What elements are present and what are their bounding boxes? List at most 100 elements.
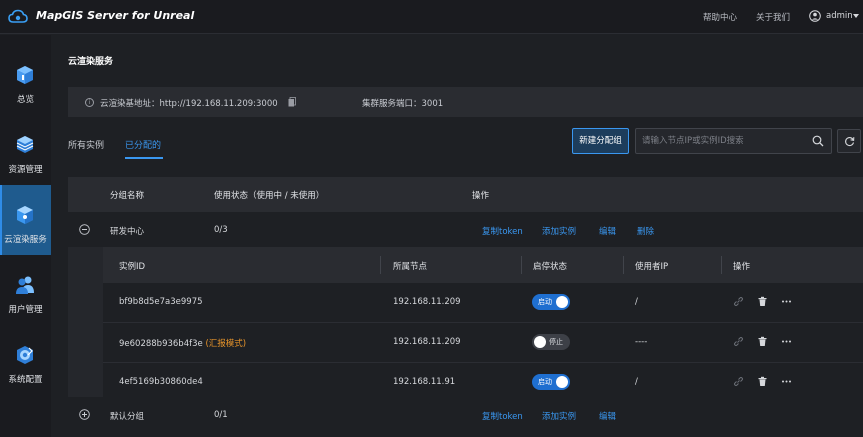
sidebar: 总览 资源管理 云渲染服务 用户管理 系统配置 <box>0 35 51 437</box>
column-divider <box>721 256 722 274</box>
top-bar: MapGIS Server for Unreal 帮助中心 关于我们 admin <box>0 0 863 34</box>
run-status-label: 停止 <box>549 338 563 346</box>
user-ip: / <box>635 377 638 387</box>
chevron-down-icon[interactable] <box>853 14 859 18</box>
settings-icon <box>17 346 33 364</box>
add-instance-link[interactable]: 添加实例 <box>542 410 576 422</box>
instance-node: 192.168.11.91 <box>393 377 456 387</box>
sidebar-item-settings[interactable]: 系统配置 <box>0 325 51 395</box>
search-icon[interactable] <box>812 135 824 147</box>
sidebar-item-label: 用户管理 <box>8 305 43 315</box>
column-header-usage: 使用状态（使用中 / 未使用） <box>214 191 325 201</box>
column-header-group-name: 分组名称 <box>110 191 145 201</box>
refresh-icon <box>845 137 855 147</box>
about-us-link[interactable]: 关于我们 <box>756 11 790 23</box>
sidebar-item-label: 资源管理 <box>8 165 43 175</box>
link-icon[interactable] <box>733 336 744 347</box>
instance-node: 192.168.11.209 <box>393 337 461 347</box>
cluster-port: 集群服务端口：3001 <box>362 99 444 109</box>
column-header-instance-actions: 操作 <box>733 262 751 272</box>
render-base-address: 云渲染基地址：http://192.168.11.209:3000 <box>100 99 278 109</box>
sidebar-item-label: 系统配置 <box>8 375 43 385</box>
search-input[interactable] <box>642 129 802 153</box>
instance-table-header: 实例ID 所属节点 启停状态 使用者IP 操作 <box>103 247 863 283</box>
column-header-instance-id: 实例ID <box>119 262 146 272</box>
instance-table: 实例ID 所属节点 启停状态 使用者IP 操作 bf9b8d5e7a3e9975… <box>68 247 863 403</box>
run-status-toggle[interactable]: 停止 <box>532 334 570 350</box>
toggle-knob <box>556 376 568 388</box>
group-usage: 0/3 <box>214 225 228 235</box>
instance-node: 192.168.11.209 <box>393 297 461 307</box>
sidebar-item-users[interactable]: 用户管理 <box>0 255 51 325</box>
cloud-render-icon <box>17 206 33 224</box>
table-row: bf9b8d5e7a3e9975 192.168.11.209 启动 / <box>103 283 863 323</box>
sidebar-item-cloud-render[interactable]: 云渲染服务 <box>0 185 51 255</box>
copy-token-link[interactable]: 复制token <box>482 410 523 422</box>
run-status-toggle[interactable]: 启动 <box>532 294 570 310</box>
column-header-actions: 操作 <box>472 191 490 201</box>
column-header-user-ip: 使用者IP <box>635 262 669 272</box>
active-tab-indicator <box>125 157 163 159</box>
run-status-label: 启动 <box>538 378 552 386</box>
user-avatar-icon[interactable] <box>809 10 821 22</box>
group-name: 默认分组 <box>110 412 145 422</box>
report-mode-tag: (汇报模式) <box>205 339 247 349</box>
info-icon: i <box>85 98 94 107</box>
group-table-header: 分组名称 使用状态（使用中 / 未使用） 操作 <box>68 177 863 212</box>
sidebar-item-label: 总览 <box>16 95 34 105</box>
instance-id: bf9b8d5e7a3e9975 <box>119 297 203 307</box>
sidebar-item-overview[interactable]: 总览 <box>0 45 51 115</box>
copy-icon[interactable] <box>288 97 296 107</box>
cloud-logo-icon <box>8 9 28 23</box>
user-menu[interactable]: admin <box>826 11 853 21</box>
tab-all-instances[interactable]: 所有实例 <box>68 138 104 151</box>
column-divider <box>623 256 624 274</box>
page-title: 云渲染服务 <box>68 57 114 67</box>
column-header-run-status: 启停状态 <box>533 262 568 272</box>
run-status-toggle[interactable]: 启动 <box>532 374 570 390</box>
delete-group-link[interactable]: 删除 <box>637 225 654 237</box>
trash-icon[interactable] <box>757 376 768 387</box>
overview-icon <box>17 66 33 84</box>
instance-id: 9e60288b936b4f3e <box>119 339 203 349</box>
copy-token-link[interactable]: 复制token <box>482 225 523 237</box>
users-icon <box>16 276 34 294</box>
add-instance-link[interactable]: 添加实例 <box>542 225 576 237</box>
user-ip: ---- <box>635 337 648 347</box>
collapse-icon[interactable] <box>79 224 90 235</box>
more-icon[interactable] <box>781 376 792 387</box>
group-name: 研发中心 <box>110 227 145 237</box>
group-usage: 0/1 <box>214 410 228 420</box>
resource-icon <box>16 136 34 153</box>
column-divider <box>521 256 522 274</box>
sidebar-item-resource[interactable]: 资源管理 <box>0 115 51 185</box>
trash-icon[interactable] <box>757 296 768 307</box>
app-title: MapGIS Server for Unreal <box>36 9 195 22</box>
column-divider <box>380 256 381 274</box>
edit-group-link[interactable]: 编辑 <box>599 225 616 237</box>
edit-group-link[interactable]: 编辑 <box>599 410 616 422</box>
instance-id: 4ef5169b30860de4 <box>119 377 203 387</box>
trash-icon[interactable] <box>757 336 768 347</box>
column-header-node: 所属节点 <box>393 262 428 272</box>
tab-assigned[interactable]: 已分配的 <box>125 138 161 151</box>
toggle-knob <box>556 296 568 308</box>
more-icon[interactable] <box>781 296 792 307</box>
help-center-link[interactable]: 帮助中心 <box>703 11 737 23</box>
link-icon[interactable] <box>733 376 744 387</box>
new-group-button[interactable]: 新建分配组 <box>572 128 629 154</box>
info-bar: i 云渲染基地址：http://192.168.11.209:3000 集群服务… <box>68 87 863 117</box>
sidebar-item-label: 云渲染服务 <box>4 235 47 245</box>
main-content: 云渲染服务 i 云渲染基地址：http://192.168.11.209:300… <box>51 35 863 437</box>
link-icon[interactable] <box>733 296 744 307</box>
run-status-label: 启动 <box>538 298 552 306</box>
instance-table-indent <box>68 247 103 403</box>
toggle-knob <box>534 336 546 348</box>
group-row: 默认分组 0/1 复制token 添加实例 编辑 <box>68 397 863 433</box>
instance-id-cell: 9e60288b936b4f3e (汇报模式) <box>119 337 246 349</box>
more-icon[interactable] <box>781 336 792 347</box>
expand-icon[interactable] <box>79 409 90 420</box>
user-ip: / <box>635 297 638 307</box>
search-box <box>635 128 832 154</box>
refresh-button[interactable] <box>837 129 861 153</box>
